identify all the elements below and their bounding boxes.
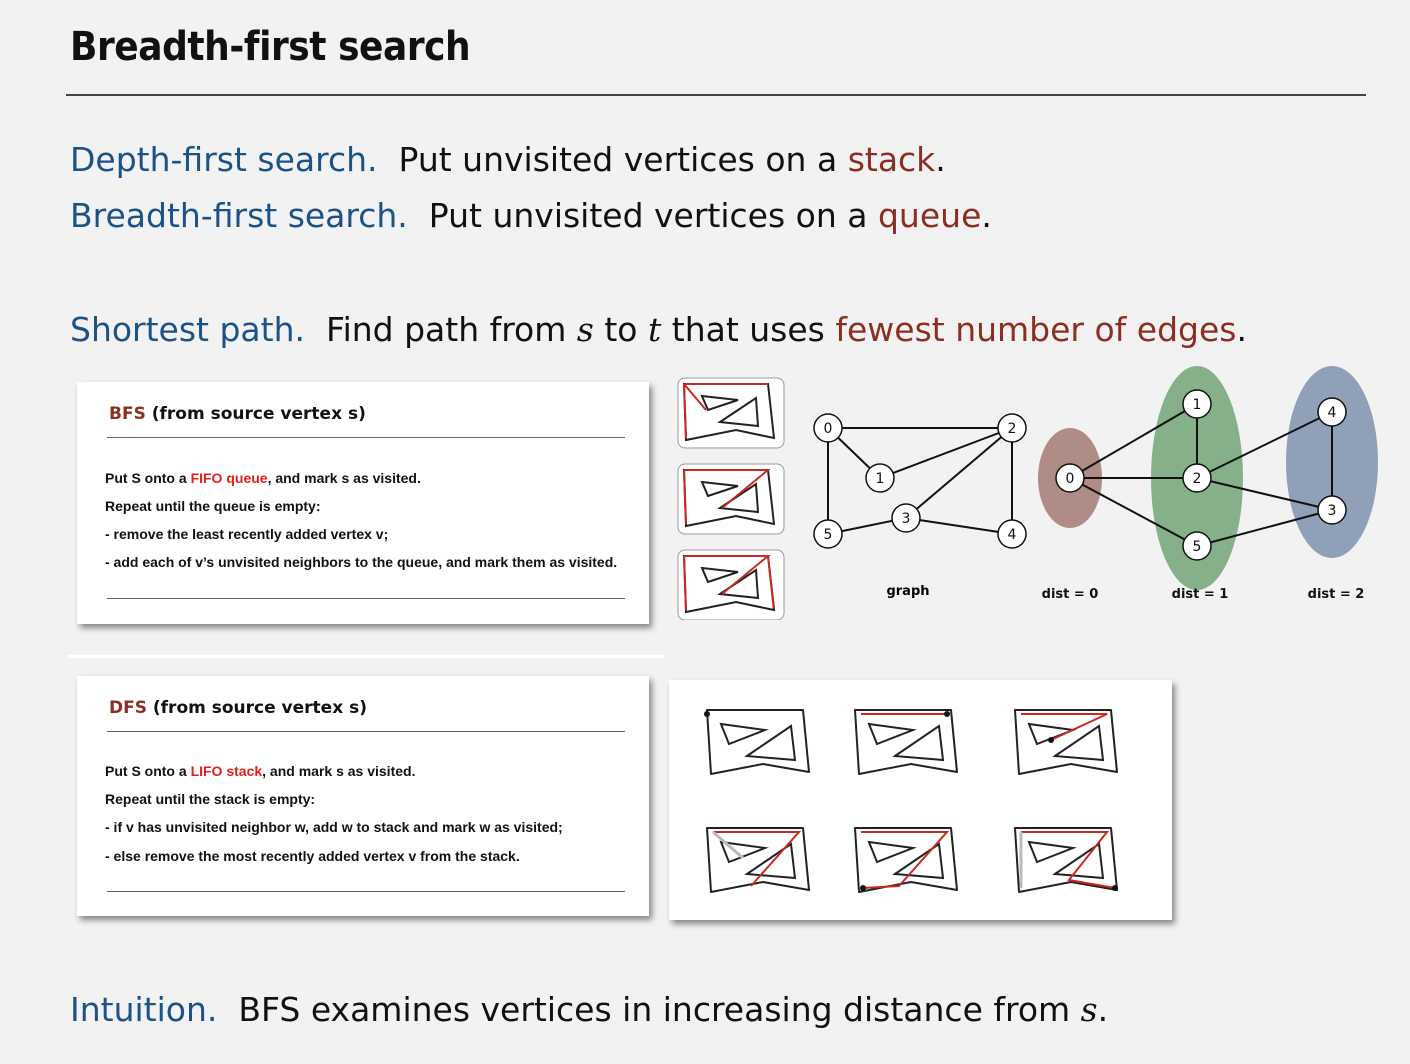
bfs-distance-levels: 0 1 2 5 4 3 dist = 0 dist = 1 dist = 2 [1038, 366, 1378, 602]
bfs-step-1a: Put S onto a [105, 470, 191, 486]
dfs-trace-6 [1014, 827, 1118, 893]
shortest-t1: Find path from [325, 310, 567, 349]
dfs-card-rule-bottom [107, 891, 625, 892]
dfs-card-head: (from source vertex s) [152, 698, 367, 718]
edge-3-4 [905, 517, 1013, 535]
dfs-step-1a: Put S onto a [105, 763, 191, 779]
dist-0-label: dist = 0 [1042, 587, 1099, 602]
shortest-t: t [647, 310, 662, 349]
intuition-s: s [1080, 990, 1098, 1029]
level-vertex-2-label: 2 [1193, 471, 1202, 487]
bfs-trace-3 [677, 549, 785, 620]
dfs-trace-3 [1014, 709, 1118, 775]
edge-1-2 [879, 427, 1013, 479]
shortest-t2: to [604, 310, 638, 349]
intuition-label: Intuition. [70, 990, 218, 1029]
bfs-card-heading: BFS (from source vertex s) [109, 404, 366, 424]
bfs-label: Breadth-first search. [70, 196, 408, 235]
dfs-trace-2 [854, 709, 958, 775]
bfs-step-2: Repeat until the queue is empty: [105, 498, 321, 514]
bfs-algorithm-card: BFS (from source vertex s) Put S onto a … [77, 382, 649, 624]
level-vertex-0-label: 0 [1066, 471, 1075, 487]
example-graph: 0 1 2 3 4 5 graph [813, 413, 1027, 599]
bfs-step-3: - remove the least recently added vertex… [105, 526, 389, 542]
dfs-step-4: - else remove the most recently added ve… [105, 848, 520, 864]
vertex-5-label: 5 [824, 527, 833, 543]
bfs-step-4: - add each of v’s unvisited neighbors to… [105, 554, 618, 570]
shortest-keyword: fewest number of edges [835, 310, 1237, 349]
vertex-3-label: 3 [902, 511, 911, 527]
vertex-1-label: 1 [876, 471, 885, 487]
bfs-end: . [981, 196, 992, 235]
dfs-step-2: Repeat until the stack is empty: [105, 791, 316, 807]
vertex-0-label: 0 [824, 421, 833, 437]
dfs-keyword: stack [847, 140, 936, 179]
bfs-trace-thumbnails [677, 377, 785, 620]
dfs-step-1: Put S onto a LIFO stack, and mark s as v… [105, 763, 415, 779]
bfs-step-1b: , and mark s as visited. [267, 470, 421, 486]
edge-2-3 [905, 427, 1013, 519]
dfs-trace-1 [704, 709, 810, 775]
dfs-end: . [935, 140, 946, 179]
page-title: Breadth-first search [70, 24, 471, 70]
bfs-card-head: (from source vertex s) [151, 404, 366, 424]
intuition-statement: Intuition. BFS examines vertices in incr… [70, 990, 1108, 1029]
shortest-label: Shortest path. [70, 310, 305, 349]
level-vertex-4-label: 4 [1328, 405, 1337, 421]
intuition-end: . [1097, 990, 1109, 1029]
bfs-card-rule-bottom [107, 598, 625, 599]
bfs-step-1: Put S onto a FIFO queue, and mark s as v… [105, 470, 421, 486]
bfs-step-1-highlight: FIFO queue [190, 470, 268, 486]
dfs-step-1-highlight: LIFO stack [190, 763, 263, 779]
graph-caption: graph [886, 584, 929, 599]
dfs-definition: Depth-first search. Put unvisited vertic… [70, 140, 946, 179]
bfs-card-keyword: BFS [109, 404, 146, 424]
dfs-algorithm-card: DFS (from source vertex s) Put S onto a … [77, 676, 649, 916]
vertex-4-label: 4 [1008, 527, 1017, 543]
bfs-keyword: queue [877, 196, 982, 235]
level-vertex-3-label: 3 [1328, 503, 1337, 519]
vertex-2-label: 2 [1008, 421, 1017, 437]
bfs-trace-2 [677, 463, 785, 535]
dfs-card-keyword: DFS [109, 698, 147, 718]
bfs-trace-1 [677, 377, 785, 449]
dfs-card-heading: DFS (from source vertex s) [109, 698, 367, 718]
dfs-text: Put unvisited vertices on a [398, 140, 838, 179]
dfs-step-3: - if v has unvisited neighbor w, add w t… [105, 819, 563, 835]
dfs-trace-4 [706, 827, 810, 893]
level-vertex-5-label: 5 [1193, 539, 1202, 555]
dfs-trace-5 [854, 827, 958, 893]
dfs-trace-thumbnails [704, 709, 1118, 893]
dist-2-label: dist = 2 [1308, 587, 1365, 602]
shortest-t3: that uses [671, 310, 825, 349]
dist-1-label: dist = 1 [1172, 587, 1229, 602]
dfs-label: Depth-first search. [70, 140, 378, 179]
dfs-trace-panel [669, 680, 1172, 920]
title-divider [66, 94, 1366, 96]
intuition-text: BFS examines vertices in increasing dist… [238, 990, 1071, 1029]
shortest-path-definition: Shortest path. Find path from s to t tha… [70, 310, 1247, 349]
section-separator [68, 655, 664, 658]
shortest-end: . [1236, 310, 1247, 349]
bfs-definition: Breadth-first search. Put unvisited vert… [70, 196, 992, 235]
shortest-s: s [576, 310, 594, 349]
bfs-text: Put unvisited vertices on a [428, 196, 868, 235]
dfs-step-1b: , and mark s as visited. [262, 763, 416, 779]
dfs-card-rule-top [107, 731, 625, 732]
level-vertex-1-label: 1 [1193, 397, 1202, 413]
bfs-card-rule-top [107, 437, 625, 438]
